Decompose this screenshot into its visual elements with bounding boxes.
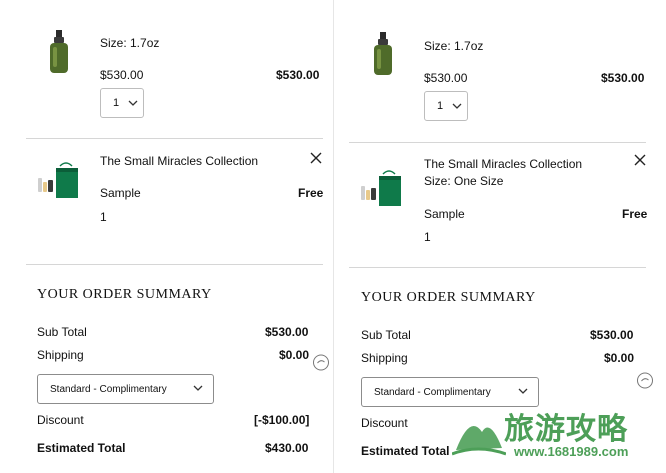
sample-name: The Small Miracles Collection [100,154,259,168]
divider [26,138,323,139]
discount-label: Discount [361,416,408,430]
subtotal-value: $530.00 [265,325,309,339]
estimated-total-value: $430.00 [265,441,309,455]
divider [26,264,323,265]
panel-divider [333,0,334,473]
gift-set-image [361,170,401,206]
order-summary-title: YOUR ORDER SUMMARY [361,290,536,305]
chevron-down-icon [452,103,462,109]
shipping-method-select[interactable]: Standard - Complimentary [37,374,214,404]
shipping-value: $0.00 [604,351,635,365]
sample-type: Sample [424,207,465,221]
cart-panel-left: Size: 1.7oz $530.00 $530.00 1 The Small … [0,0,333,473]
quantity-value: 1 [113,97,120,109]
discount-value: [-$100.00] [254,413,310,427]
estimated-total-label: Estimated Total [37,441,126,455]
watermark-logo-icon [452,426,506,456]
shipping-label: Shipping [361,351,408,365]
close-icon[interactable] [633,153,647,167]
product-size: Size: 1.7oz [100,36,160,50]
chat-icon[interactable] [312,354,330,372]
quantity-value: 1 [437,100,444,112]
shipping-value: $0.00 [279,348,310,362]
product-line-total: $530.00 [601,71,645,85]
order-summary-title: YOUR ORDER SUMMARY [37,287,212,302]
watermark-url: www.1681989.com [514,444,629,459]
product-unit-price: $530.00 [100,68,144,82]
serum-bottle-image [50,30,68,73]
sample-price: Free [298,186,324,200]
sample-name: The Small Miracles Collection [424,157,583,171]
subtotal-label: Sub Total [361,328,411,342]
sample-price: Free [622,207,648,221]
sample-qty: 1 [424,230,431,244]
sample-qty: 1 [100,210,107,224]
divider [349,267,646,268]
product-line-total: $530.00 [276,68,320,82]
estimated-total-label: Estimated Total [361,444,450,458]
divider [349,142,646,143]
sample-type: Sample [100,186,141,200]
serum-bottle-image [374,32,392,75]
shipping-method-value: Standard - Complimentary [50,384,167,395]
quantity-select[interactable]: 1 [100,88,144,118]
chat-icon[interactable] [636,372,654,390]
subtotal-value: $530.00 [590,328,634,342]
product-size: Size: 1.7oz [424,39,484,53]
chevron-down-icon [128,100,138,106]
quantity-select[interactable]: 1 [424,91,468,121]
chevron-down-icon [518,388,528,394]
watermark: 旅游攻略 www.1681989.com [452,400,662,470]
chevron-down-icon [193,385,203,391]
product-unit-price: $530.00 [424,71,468,85]
shipping-method-value: Standard - Complimentary [374,387,491,398]
discount-label: Discount [37,413,84,427]
shipping-label: Shipping [37,348,84,362]
watermark-title: 旅游攻略 [504,412,628,447]
gift-set-image [38,162,78,198]
subtotal-label: Sub Total [37,325,87,339]
sample-size: Size: One Size [424,174,504,188]
close-icon[interactable] [309,151,323,165]
